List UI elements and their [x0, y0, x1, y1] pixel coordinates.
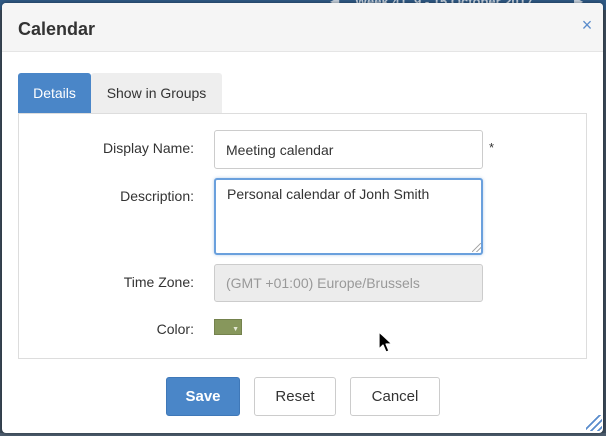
description-label: Description: — [120, 188, 194, 204]
description-textarea[interactable]: Personal calendar of Jonh Smith — [214, 178, 483, 255]
display-name-label: Display Name: — [102, 140, 194, 156]
display-name-input[interactable] — [214, 130, 483, 169]
cancel-button[interactable]: Cancel — [350, 377, 440, 416]
tab-details[interactable]: Details — [18, 73, 91, 113]
calendar-dialog: Calendar × Details Show in Groups Displa… — [2, 3, 603, 433]
chevron-down-icon: ▼ — [232, 326, 239, 333]
color-picker-button[interactable]: ▼ — [214, 319, 242, 335]
textarea-resize-handle[interactable] — [472, 243, 481, 252]
tab-show-in-groups[interactable]: Show in Groups — [91, 73, 222, 113]
reset-button[interactable]: Reset — [254, 377, 336, 416]
time-zone-field: (GMT +01:00) Europe/Brussels — [214, 264, 483, 302]
dialog-resize-handle[interactable] — [586, 415, 602, 431]
time-zone-label: Time Zone: — [123, 274, 194, 290]
color-label: Color: — [156, 321, 194, 337]
dialog-header: Calendar × — [2, 3, 603, 52]
dialog-title: Calendar — [18, 19, 96, 39]
required-marker: * — [489, 140, 495, 155]
close-icon[interactable]: × — [579, 16, 595, 34]
save-button[interactable]: Save — [166, 377, 240, 416]
mouse-pointer-icon — [378, 331, 393, 353]
